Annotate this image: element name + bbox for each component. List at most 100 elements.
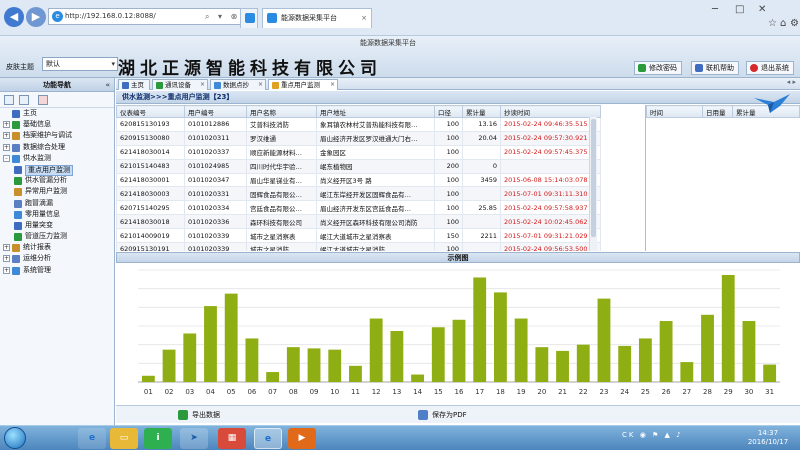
- bar[interactable]: [245, 338, 259, 382]
- bar[interactable]: [431, 327, 445, 382]
- bar[interactable]: [638, 338, 652, 382]
- tab-devices[interactable]: 通讯设备 ×: [152, 79, 208, 90]
- change-password-button[interactable]: 修改密码: [634, 61, 682, 75]
- bar[interactable]: [473, 277, 487, 382]
- column-header[interactable]: 抄读时间: [500, 105, 601, 118]
- sidebar-item[interactable]: + 档案维护与调试: [0, 130, 114, 141]
- bar[interactable]: [183, 333, 197, 382]
- column-header[interactable]: 仪表编号: [116, 105, 185, 118]
- bar[interactable]: [493, 292, 507, 382]
- scroll-thumb[interactable]: [591, 119, 596, 237]
- table-row[interactable]: 621418030014 0101020337 顺应新能源材料… 金象园区 100 201…: [116, 144, 601, 160]
- close-icon[interactable]: ×: [361, 9, 367, 27]
- ie-active-icon[interactable]: e: [254, 428, 282, 449]
- refresh-icon[interactable]: [38, 95, 48, 105]
- close-icon[interactable]: ×: [200, 80, 205, 90]
- clock[interactable]: 14:37 2016/10/17: [742, 429, 794, 447]
- bar[interactable]: [390, 330, 404, 382]
- bar[interactable]: [618, 345, 632, 382]
- sidebar-item[interactable]: 异常用户监测: [0, 186, 114, 197]
- tab-key-users[interactable]: 重点用户监测 ×: [268, 79, 338, 90]
- bar[interactable]: [349, 365, 362, 382]
- bar[interactable]: [576, 344, 590, 382]
- ie-taskbar-icon[interactable]: e: [78, 428, 106, 449]
- sidebar-item[interactable]: + 数据综合处理: [0, 142, 114, 153]
- bar[interactable]: [452, 319, 466, 382]
- bird-app-icon[interactable]: ➤: [180, 428, 208, 449]
- expand-icon[interactable]: +: [3, 121, 10, 129]
- help-button[interactable]: 联机帮助: [691, 61, 739, 75]
- bar[interactable]: [701, 314, 714, 382]
- system-tray[interactable]: CK ◉ ⚑ ▲ ♪: [622, 431, 683, 439]
- folder-icon[interactable]: ▭: [110, 428, 138, 449]
- bar[interactable]: [328, 349, 342, 382]
- sidebar-item[interactable]: 用量突变: [0, 220, 114, 231]
- tab-scroll-icon[interactable]: ◂ ▸: [787, 78, 796, 86]
- home-icon[interactable]: ⌂: [780, 18, 786, 29]
- bar[interactable]: [514, 318, 528, 382]
- bar[interactable]: [224, 293, 238, 382]
- detail-col-daily[interactable]: 日用量: [702, 105, 733, 118]
- expand-icon[interactable]: +: [3, 143, 10, 151]
- detail-col-time[interactable]: 时间: [646, 105, 703, 118]
- column-header[interactable]: 口径: [434, 105, 463, 118]
- expand-icon[interactable]: +: [3, 244, 10, 252]
- apps-icon[interactable]: ▦: [218, 428, 246, 449]
- expand-icon[interactable]: +: [3, 132, 10, 140]
- gear-icon[interactable]: ⚙: [790, 18, 799, 29]
- bar[interactable]: [369, 318, 383, 382]
- bar[interactable]: [597, 298, 611, 382]
- tab-home[interactable]: 主页: [118, 79, 150, 90]
- column-header[interactable]: 用户名称: [246, 105, 317, 118]
- collapse-all-icon[interactable]: [19, 95, 29, 105]
- bar[interactable]: [141, 375, 155, 382]
- sidebar-item[interactable]: + 系统管理: [0, 265, 114, 276]
- bar[interactable]: [411, 374, 425, 382]
- table-row[interactable]: 620715140295 0101020334 宫廷食品有限公… 眉山经济开发东区宫廷…: [116, 200, 601, 216]
- expand-all-icon[interactable]: [4, 95, 14, 105]
- sidebar-item[interactable]: 主页: [0, 108, 114, 119]
- sidebar-item[interactable]: - 供水监测: [0, 153, 114, 164]
- sidebar-item[interactable]: 供水管漏分析: [0, 175, 114, 186]
- back-button[interactable]: ◀: [4, 7, 24, 27]
- table-row[interactable]: 621418030018 0101020336 森环科技有限公司 尚义经开区森环科技有…: [116, 214, 601, 230]
- sidebar-item[interactable]: + 基础信息: [0, 119, 114, 130]
- column-header[interactable]: 累计量: [462, 105, 501, 118]
- close-icon[interactable]: ×: [330, 80, 335, 90]
- table-row[interactable]: 621418030001 0101020347 眉山华星锑业有… 尚义经开区3号 路1…: [116, 172, 601, 188]
- bar[interactable]: [286, 347, 300, 382]
- expand-icon[interactable]: +: [3, 266, 10, 274]
- sidebar-item[interactable]: 重点用户监测: [0, 164, 114, 176]
- collapse-icon[interactable]: «: [105, 78, 110, 92]
- sidebar-item[interactable]: + 统计报表: [0, 242, 114, 253]
- bar[interactable]: [680, 362, 694, 382]
- table-row[interactable]: 621015140483 0101024985 四川时代华宇验… 岷东植物园 200 0: [116, 158, 601, 174]
- maximize-icon[interactable]: □: [735, 4, 744, 15]
- media-icon[interactable]: ▶: [288, 428, 316, 449]
- grid-scrollbar[interactable]: [589, 117, 597, 251]
- bar[interactable]: [763, 364, 777, 382]
- column-header[interactable]: 用户编号: [184, 105, 247, 118]
- video-app-icon[interactable]: i: [144, 428, 172, 449]
- save-pdf-button[interactable]: 保存为PDF: [416, 409, 467, 421]
- bar[interactable]: [162, 349, 176, 382]
- start-button[interactable]: [4, 427, 26, 449]
- bar[interactable]: [204, 306, 217, 382]
- sidebar-item[interactable]: 管道压力监测: [0, 231, 114, 242]
- bar[interactable]: [742, 321, 756, 382]
- column-header[interactable]: 用户地址: [316, 105, 435, 118]
- minimize-icon[interactable]: ─: [712, 4, 718, 15]
- bar[interactable]: [659, 321, 673, 382]
- bar[interactable]: [556, 350, 569, 382]
- table-row[interactable]: 620915130080 0101020311 罗汉维通 眉山经济开发区罗汉维通大门右…: [116, 130, 601, 146]
- bar[interactable]: [266, 372, 280, 382]
- table-row[interactable]: 620915130191 0101020339 城市之星消防 岷江大道城市之星消防 10…: [116, 242, 601, 251]
- browser-tab-2[interactable]: 能源数据采集平台 ×: [262, 8, 372, 28]
- sidebar-item[interactable]: 零用量信息: [0, 209, 114, 220]
- sidebar-item[interactable]: + 运维分析: [0, 253, 114, 264]
- table-row[interactable]: 620815130193 0101012886 艾普科技消防 象耳镇农林村艾普热能科技…: [116, 117, 601, 132]
- browser-tab-1[interactable]: [240, 8, 258, 28]
- bar[interactable]: [535, 347, 549, 382]
- collapse-icon[interactable]: -: [3, 154, 10, 162]
- tab-data-read[interactable]: 数据点抄 ×: [210, 79, 266, 90]
